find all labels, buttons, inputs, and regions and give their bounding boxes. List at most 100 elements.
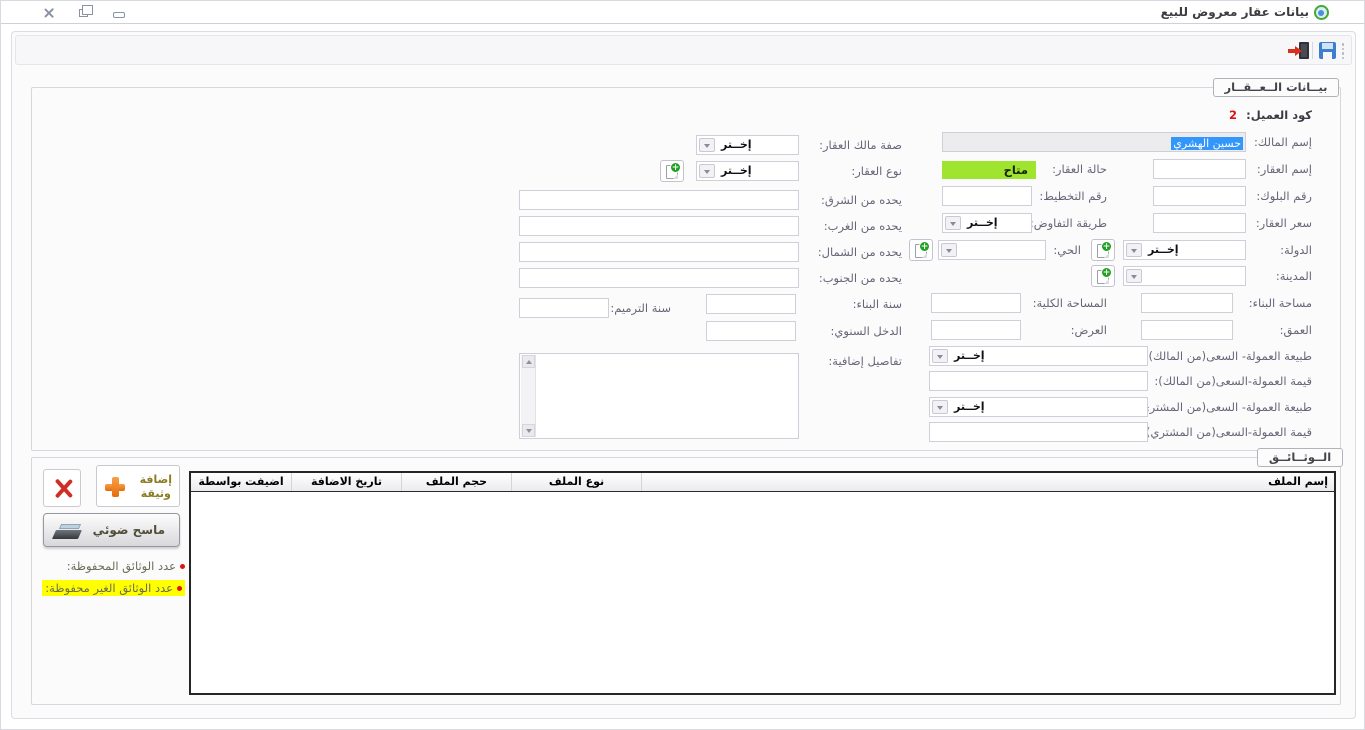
column-header-file-size[interactable]: حجم الملف	[401, 473, 511, 491]
scanner-icon	[54, 523, 82, 539]
property-type-dropdown[interactable]: إخــتر	[696, 161, 799, 181]
width-input[interactable]	[931, 320, 1021, 340]
depth-input[interactable]	[1141, 320, 1233, 340]
commission-value-buyer-input[interactable]	[929, 422, 1148, 442]
documents-table-header: إسم الملف نوع الملف حجم الملف تاريخ الاض…	[191, 473, 1334, 492]
add-property-type-button[interactable]: +	[660, 160, 684, 182]
property-name-input[interactable]	[1153, 159, 1246, 179]
add-country-button[interactable]: +	[1091, 239, 1115, 261]
restore-window-button[interactable]	[75, 5, 95, 21]
scanner-base	[52, 530, 82, 539]
district-label: الحي:	[1053, 240, 1081, 260]
add-document-label: إضافة وثيقة	[140, 473, 172, 501]
owner-capacity-dropdown[interactable]: إخــتر	[696, 135, 799, 155]
column-header-file-type[interactable]: نوع الملف	[511, 473, 641, 491]
client-code-value: 2	[1229, 105, 1237, 125]
scanner-button-label: ماسح ضوئي	[93, 523, 165, 537]
east-border-label: يحده من الشرق:	[821, 190, 902, 210]
scanner-button[interactable]: ماسح ضوئي	[43, 513, 180, 547]
column-header-date-added[interactable]: تاريخ الاضافة	[291, 473, 401, 491]
negotiation-method-value: إخــتر	[967, 214, 998, 232]
planning-number-input[interactable]	[942, 186, 1032, 206]
commission-nature-buyer-value: إخــتر	[954, 398, 985, 416]
delete-document-button[interactable]	[43, 469, 81, 507]
commission-nature-buyer-dropdown[interactable]: إخــتر	[929, 397, 1148, 417]
delete-x-icon	[56, 477, 70, 499]
scroll-down-icon[interactable]	[522, 424, 535, 437]
building-area-input[interactable]	[1141, 293, 1233, 313]
save-icon[interactable]	[1319, 42, 1336, 59]
chevron-down-icon[interactable]	[932, 349, 948, 363]
saved-documents-count: عدد الوثائق المحفوظة:	[37, 557, 185, 575]
exit-arrow-tip	[1295, 46, 1302, 56]
country-label: الدولة:	[1280, 240, 1312, 260]
add-document-button[interactable]: إضافة وثيقة	[96, 465, 180, 507]
close-window-button[interactable]	[39, 5, 59, 21]
property-price-input[interactable]	[1153, 213, 1246, 233]
commission-value-buyer-label: قيمة العمولة-السعى(من المشتري):	[1142, 422, 1312, 442]
documents-table-body[interactable]	[191, 492, 1334, 693]
unsaved-documents-count-label: عدد الوثائق الغير محفوظة:	[45, 581, 173, 595]
south-border-input[interactable]	[519, 268, 799, 288]
exit-icon[interactable]	[1287, 42, 1309, 59]
scanner-lid	[59, 524, 81, 529]
plus-icon: +	[919, 241, 930, 252]
property-data-group-title: بيــانات الــعــقــار	[1213, 78, 1339, 97]
commission-nature-owner-dropdown[interactable]: إخــتر	[929, 346, 1148, 366]
column-header-added-by[interactable]: اضيفت بواسطة	[191, 473, 291, 491]
close-icon	[43, 7, 55, 19]
build-year-input[interactable]	[706, 294, 796, 314]
owner-name-selected-text: حسين الهشري	[1171, 137, 1243, 150]
commission-nature-owner-value: إخــتر	[954, 347, 985, 365]
red-dot-icon	[177, 586, 182, 591]
chevron-down-icon[interactable]	[1126, 243, 1142, 257]
property-type-label: نوع العقار:	[851, 161, 902, 181]
add-city-button[interactable]: +	[1091, 265, 1115, 287]
owner-capacity-label: صفة مالك العقار:	[819, 135, 902, 155]
north-border-label: يحده من الشمال:	[818, 242, 902, 262]
city-dropdown[interactable]	[1123, 266, 1246, 286]
total-area-input[interactable]	[931, 293, 1021, 313]
renovation-year-input[interactable]	[519, 298, 609, 318]
highlight-background: عدد الوثائق الغير محفوظة:	[42, 580, 185, 596]
minimize-icon	[113, 12, 125, 18]
red-dot-icon	[180, 564, 185, 569]
commission-nature-owner-label: طبيعة العمولة- السعى(من المالك):	[1145, 346, 1312, 366]
toolbar-grip[interactable]	[1341, 43, 1344, 59]
chevron-down-icon[interactable]	[941, 243, 957, 257]
scroll-up-icon[interactable]	[522, 355, 535, 368]
app-icon	[1314, 5, 1329, 20]
chevron-down-icon[interactable]	[932, 400, 948, 414]
chevron-down-icon[interactable]	[1126, 269, 1142, 283]
saved-documents-count-label: عدد الوثائق المحفوظة:	[67, 559, 176, 573]
unsaved-documents-count: عدد الوثائق الغير محفوظة:	[37, 579, 185, 597]
district-dropdown[interactable]	[938, 240, 1046, 260]
documents-table[interactable]: إسم الملف نوع الملف حجم الملف تاريخ الاض…	[189, 471, 1336, 695]
owner-name-field[interactable]: حسين الهشري	[942, 132, 1246, 152]
property-status-badge: متاح	[942, 161, 1036, 179]
extra-details-text[interactable]	[536, 354, 798, 438]
block-number-label: رقم البلوك:	[1256, 186, 1312, 206]
scrollbar[interactable]	[521, 355, 536, 437]
chevron-down-icon[interactable]	[945, 216, 961, 230]
total-area-label: المساحة الكلية:	[1033, 293, 1107, 313]
add-district-button[interactable]: +	[909, 239, 933, 261]
west-border-input[interactable]	[519, 216, 799, 236]
country-dropdown[interactable]: إخــتر	[1123, 240, 1246, 260]
column-header-file-name[interactable]: إسم الملف	[641, 473, 1334, 491]
chevron-down-icon[interactable]	[699, 164, 715, 178]
owner-capacity-value: إخــتر	[721, 136, 752, 154]
extra-details-textarea[interactable]	[519, 353, 799, 439]
block-number-input[interactable]	[1153, 186, 1246, 206]
commission-value-owner-input[interactable]	[929, 371, 1148, 391]
exit-arrow-bar	[1288, 49, 1295, 53]
chevron-down-icon[interactable]	[699, 138, 715, 152]
minimize-window-button[interactable]	[109, 5, 129, 21]
north-border-input[interactable]	[519, 242, 799, 262]
commission-nature-buyer-label: طبيعة العمولة- السعى(من المشتري):	[1132, 397, 1312, 417]
east-border-input[interactable]	[519, 190, 799, 210]
negotiation-method-dropdown[interactable]: إخــتر	[942, 213, 1032, 233]
property-sale-window: بيانات عقار معروض للبيع بيــانات الــعــ…	[0, 0, 1365, 730]
annual-income-input[interactable]	[706, 321, 796, 341]
south-border-label: يحده من الجنوب:	[819, 268, 902, 288]
